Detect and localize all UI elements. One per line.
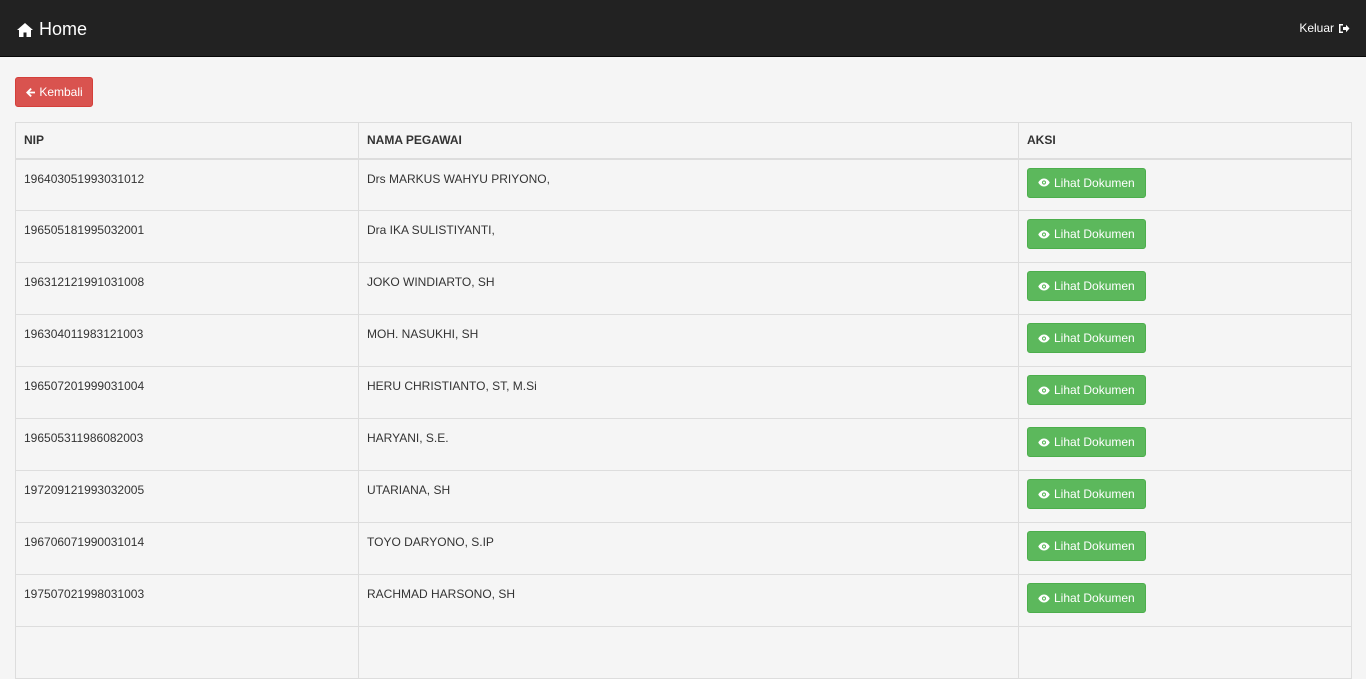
navbar-title: Home: [39, 19, 88, 39]
eye-icon: [1038, 230, 1050, 238]
sign-out-icon: [1339, 23, 1350, 33]
back-button[interactable]: Kembali: [15, 77, 93, 107]
logout-link[interactable]: Keluar: [1299, 21, 1350, 35]
lihat-dokumen-label: Lihat Dokumen: [1054, 383, 1135, 397]
cell-aksi: Lihat Dokumen: [1018, 522, 1352, 575]
logout-label: Keluar: [1299, 21, 1334, 35]
table-header-row: NIP NAMA PEGAWAI AKSI: [15, 122, 1352, 160]
cell-nama: RACHMAD HARSONO, SH: [358, 574, 1019, 627]
cell-aksi: [1018, 626, 1352, 679]
cell-aksi: Lihat Dokumen: [1018, 574, 1352, 627]
cell-nama: HARYANI, S.E.: [358, 418, 1019, 471]
back-button-label: Kembali: [39, 85, 83, 99]
lihat-dokumen-label: Lihat Dokumen: [1054, 487, 1135, 501]
table-row: 196403051993031012 Drs MARKUS WAHYU PRIYO…: [15, 158, 1352, 211]
lihat-dokumen-button[interactable]: Lihat Dokumen: [1027, 479, 1146, 509]
cell-nip: 196507201999031004: [15, 366, 359, 419]
home-icon: [17, 22, 33, 37]
cell-nip: 196304011983121003: [15, 314, 359, 367]
eye-icon: [1038, 438, 1050, 446]
eye-icon: [1038, 542, 1050, 550]
table-row: 196706071990031014 TOYO DARYONO, S.IP Liha…: [15, 522, 1352, 575]
eye-icon: [1038, 594, 1050, 602]
table-row: 196505181995032001 Dra IKA SULISTIYANTI, L…: [15, 210, 1352, 263]
cell-nama: Dra IKA SULISTIYANTI,: [358, 210, 1019, 263]
cell-nama: HERU CHRISTIANTO, ST, M.Si: [358, 366, 1019, 419]
cell-nama: Drs MARKUS WAHYU PRIYONO,: [358, 158, 1019, 211]
arrow-left-icon: [26, 87, 36, 97]
header-aksi: AKSI: [1018, 122, 1352, 160]
cell-nama: [358, 626, 1019, 679]
cell-aksi: Lihat Dokumen: [1018, 210, 1352, 263]
table-row: 197507021998031003 RACHMAD HARSONO, SH Lih…: [15, 574, 1352, 627]
cell-nama: UTARIANA, SH: [358, 470, 1019, 523]
cell-aksi: Lihat Dokumen: [1018, 470, 1352, 523]
cell-nip: 197507021998031003: [15, 574, 359, 627]
cell-aksi: Lihat Dokumen: [1018, 418, 1352, 471]
cell-aksi: Lihat Dokumen: [1018, 262, 1352, 315]
lihat-dokumen-label: Lihat Dokumen: [1054, 175, 1135, 190]
cell-nip: 197209121993032005: [15, 470, 359, 523]
cell-nip: 196706071990031014: [15, 522, 359, 575]
eye-icon: [1038, 178, 1050, 187]
lihat-dokumen-label: Lihat Dokumen: [1054, 435, 1135, 449]
cell-nip: 196505311986082003: [15, 418, 359, 471]
cell-nip: [15, 626, 359, 679]
table-row: 196505311986082003 HARYANI, S.E. Lihat Dok…: [15, 418, 1352, 471]
cell-nip: 196505181995032001: [15, 210, 359, 263]
table-row: [15, 626, 1352, 679]
eye-icon: [1038, 490, 1050, 498]
lihat-dokumen-button[interactable]: Lihat Dokumen: [1027, 583, 1146, 613]
lihat-dokumen-label: Lihat Dokumen: [1054, 227, 1135, 241]
lihat-dokumen-button[interactable]: Lihat Dokumen: [1027, 427, 1146, 457]
cell-aksi: Lihat Dokumen: [1018, 158, 1352, 211]
cell-aksi: Lihat Dokumen: [1018, 366, 1352, 419]
home-link[interactable]: Home: [16, 19, 87, 40]
employee-table: NIP NAMA PEGAWAI AKSI 196403051993031012…: [15, 122, 1352, 679]
lihat-dokumen-button[interactable]: Lihat Dokumen: [1027, 323, 1146, 353]
table-row: 196312121991031008 JOKO WINDIARTO, SH Liha…: [15, 262, 1352, 315]
lihat-dokumen-button[interactable]: Lihat Dokumen: [1027, 271, 1146, 301]
table-row: 196304011983121003 MOH. NASUKHI, SH Lihat …: [15, 314, 1352, 367]
lihat-dokumen-label: Lihat Dokumen: [1054, 331, 1135, 345]
header-nip: NIP: [15, 122, 359, 160]
table-row: 196507201999031004 HERU CHRISTIANTO, ST, …: [15, 366, 1352, 419]
lihat-dokumen-label: Lihat Dokumen: [1054, 539, 1135, 553]
eye-icon: [1038, 282, 1050, 290]
lihat-dokumen-button[interactable]: Lihat Dokumen: [1027, 167, 1146, 198]
lihat-dokumen-label: Lihat Dokumen: [1054, 279, 1135, 293]
lihat-dokumen-button[interactable]: Lihat Dokumen: [1027, 219, 1146, 249]
cell-nama: TOYO DARYONO, S.IP: [358, 522, 1019, 575]
eye-icon: [1038, 334, 1050, 342]
top-navbar: Home Keluar: [0, 0, 1366, 57]
lihat-dokumen-button[interactable]: Lihat Dokumen: [1027, 531, 1146, 561]
cell-nip: 196403051993031012: [15, 158, 359, 211]
cell-nip: 196312121991031008: [15, 262, 359, 315]
cell-nama: MOH. NASUKHI, SH: [358, 314, 1019, 367]
header-nama-pegawai: NAMA PEGAWAI: [358, 122, 1019, 160]
lihat-dokumen-label: Lihat Dokumen: [1054, 591, 1135, 605]
eye-icon: [1038, 386, 1050, 394]
cell-aksi: Lihat Dokumen: [1018, 314, 1352, 367]
lihat-dokumen-button[interactable]: Lihat Dokumen: [1027, 375, 1146, 405]
table-row: 197209121993032005 UTARIANA, SH Lihat Doku…: [15, 470, 1352, 523]
cell-nama: JOKO WINDIARTO, SH: [358, 262, 1019, 315]
